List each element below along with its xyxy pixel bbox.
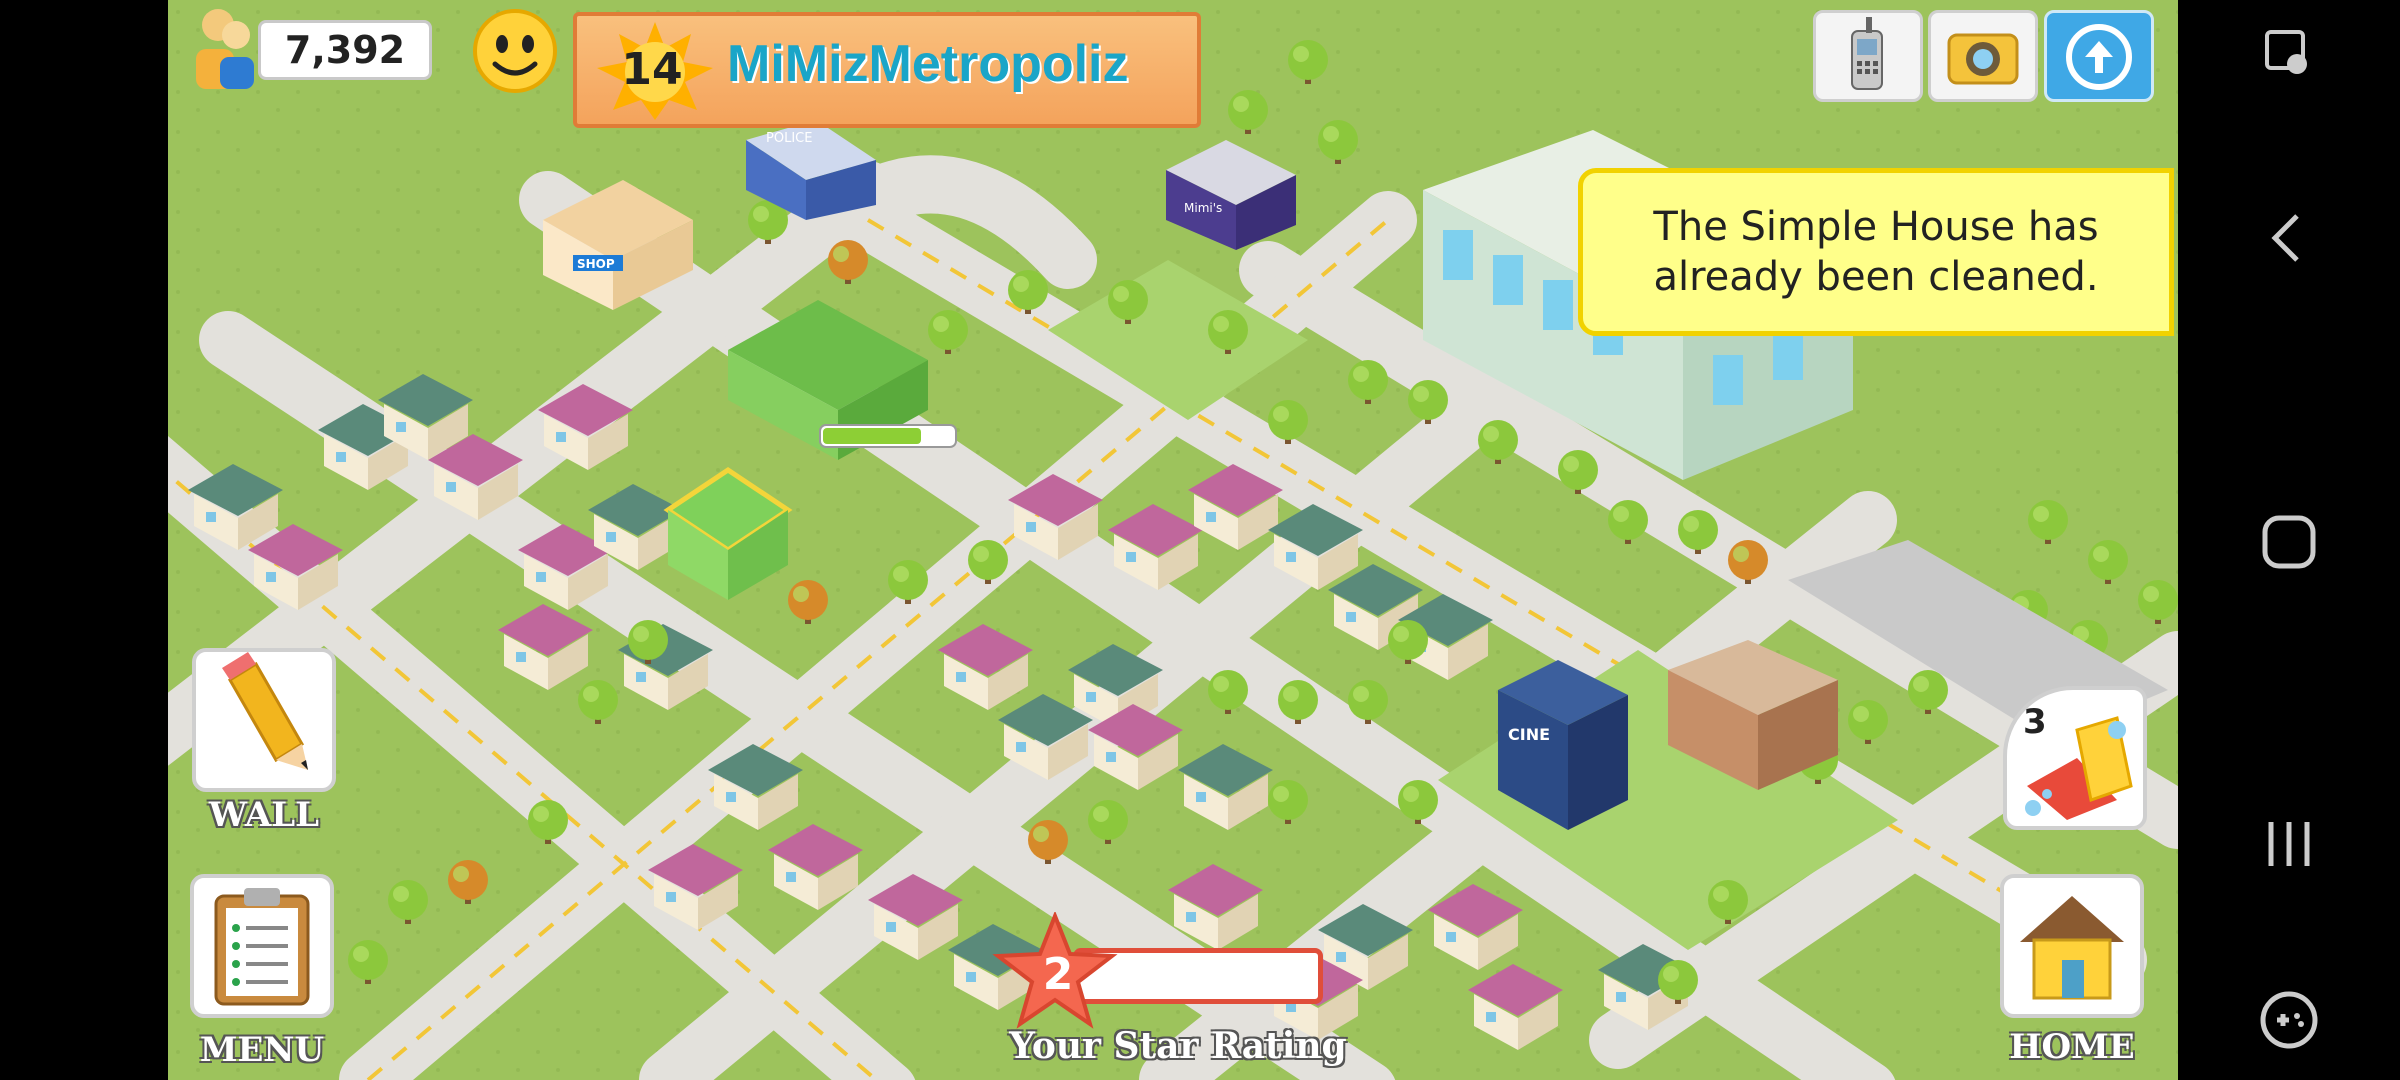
- screen-capture-icon[interactable]: [2253, 18, 2325, 90]
- people-icon: [196, 9, 254, 89]
- camera-icon: [1947, 33, 2019, 85]
- pencil-icon: [222, 652, 308, 770]
- camera-button[interactable]: [1928, 10, 2038, 102]
- phone-button[interactable]: [1813, 10, 1923, 102]
- wall-button[interactable]: [192, 648, 336, 792]
- star-rating-value: 2: [1042, 949, 1074, 1000]
- boutique-sign: Mimi's: [1184, 201, 1222, 215]
- shop-sign: SHOP: [577, 257, 615, 271]
- police-sign: POLICE: [766, 131, 812, 146]
- notification-toast[interactable]: The Simple House has already been cleane…: [1578, 168, 2174, 336]
- wall-label: WALL: [208, 795, 320, 835]
- share-icon: [2066, 24, 2132, 90]
- population-counter: 7,392: [258, 20, 432, 80]
- back-icon[interactable]: [2253, 202, 2325, 274]
- home-nav-icon[interactable]: [2253, 506, 2325, 578]
- menu-button[interactable]: [190, 874, 334, 1018]
- cinema-sign: CINE: [1508, 725, 1550, 744]
- recent-apps-icon[interactable]: [2253, 808, 2325, 880]
- system-nav-bar: [2178, 0, 2400, 1080]
- smiley-face-icon[interactable]: [470, 6, 560, 96]
- menu-label: MENU: [199, 1030, 325, 1070]
- star-rating-label: Your Star Rating: [1009, 1025, 1347, 1067]
- clean-count: 3: [2023, 702, 2047, 742]
- home-button[interactable]: [2000, 874, 2144, 1018]
- clean-button[interactable]: 3: [2003, 686, 2147, 830]
- clipboard-icon: [214, 888, 310, 1006]
- level-number: 14: [621, 44, 683, 95]
- share-button[interactable]: [2044, 10, 2154, 102]
- level-banner[interactable]: 14 MiMizMetropoliz: [573, 12, 1201, 128]
- construction-progress-fill: [823, 428, 921, 444]
- home-label: HOME: [2009, 1027, 2135, 1067]
- house-icon: [2020, 896, 2124, 1000]
- game-viewport[interactable]: POLICE SHOP Mimi's CINE 7,392 14 MiMizMe…: [168, 0, 2178, 1080]
- city-map[interactable]: POLICE SHOP Mimi's CINE: [168, 0, 2178, 1080]
- game-tools-icon[interactable]: [2253, 984, 2325, 1056]
- cellphone-icon: [1851, 17, 1883, 90]
- city-name: MiMizMetropoliz: [727, 35, 1129, 93]
